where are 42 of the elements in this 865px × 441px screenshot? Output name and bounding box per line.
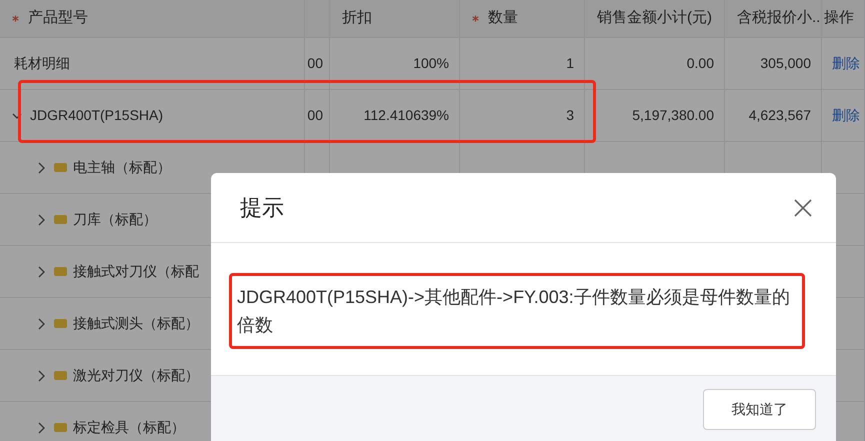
chevron-right-icon[interactable] [36, 370, 46, 382]
table-cell-text: 1 [566, 54, 574, 73]
column-header: 含税报价小.. [737, 8, 820, 28]
product-name: 接触式对刀仪（标配 [73, 262, 199, 281]
column-header: 折扣 [342, 8, 372, 28]
product-name: 刀库（标配） [73, 210, 157, 229]
product-name: 激光对刀仪（标配） [73, 366, 199, 385]
product-name: 标定检具（标配） [73, 418, 185, 437]
table-cell-text: 112.410639% [364, 106, 449, 125]
table-cell-text: 4,623,567 [748, 106, 811, 125]
column-header: 销售金额小计(元) [597, 8, 712, 28]
column-header: 操作 [824, 8, 854, 28]
folder-icon [54, 215, 67, 224]
delete-link[interactable]: 删除 [832, 53, 860, 74]
close-icon[interactable] [793, 198, 813, 218]
dialog-message: JDGR400T(P15SHA)->其他配件->FY.003:子件数量必须是母件数量的倍数 [237, 286, 791, 337]
folder-icon [54, 163, 67, 172]
table-cell-text: 00 [307, 106, 323, 125]
column-header: 产品型号 [28, 8, 88, 28]
chevron-right-icon[interactable] [36, 266, 46, 278]
product-name: 耗材明细 [14, 54, 70, 73]
table-cell-text: 00 [307, 54, 323, 73]
folder-icon [54, 423, 67, 432]
column-header: 数量 [488, 8, 518, 28]
folder-icon [54, 371, 67, 380]
chevron-right-icon[interactable] [36, 162, 46, 174]
table-cell-text: 5,197,380.00 [632, 106, 714, 125]
product-name: 接触式测头（标配） [73, 314, 199, 333]
folder-icon [54, 319, 67, 328]
acknowledge-button[interactable]: 我知道了 [703, 389, 816, 430]
table-cell-text: 305,000 [760, 54, 811, 73]
product-name: JDGR400T(P15SHA) [30, 106, 164, 125]
table-cell-text: 3 [566, 106, 574, 125]
table-cell-text: 100% [413, 54, 449, 73]
table-cell-text: 0.00 [686, 54, 714, 73]
chevron-right-icon[interactable] [36, 422, 46, 434]
delete-link[interactable]: 删除 [832, 105, 860, 126]
dialog-title: 提示 [240, 194, 284, 222]
folder-icon [54, 267, 67, 276]
product-name: 电主轴（标配） [73, 158, 171, 177]
chevron-right-icon[interactable] [36, 214, 46, 226]
chevron-right-icon[interactable] [36, 318, 46, 330]
